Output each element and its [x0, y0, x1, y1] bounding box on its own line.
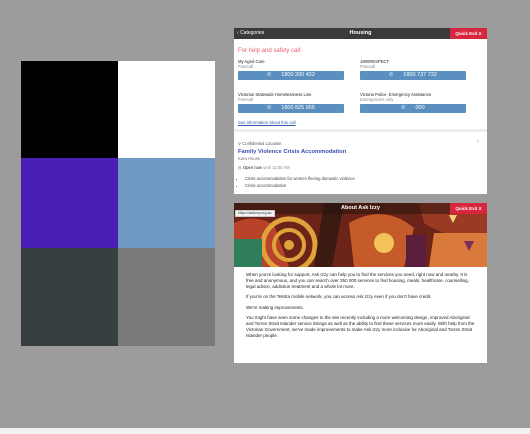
- call-button[interactable]: ✆ 1800 825 955: [238, 104, 344, 113]
- location-pin-icon: ⚲: [238, 141, 242, 146]
- housing-screen: ‹ Categories Housing Quick Exit X For he…: [234, 28, 487, 194]
- see-information-link[interactable]: See information about this call: [238, 120, 296, 125]
- clock-icon: ◷: [238, 165, 242, 170]
- section-divider: [234, 129, 487, 132]
- bottom-band: [0, 428, 530, 434]
- swatch-blue: [118, 158, 215, 248]
- service-provider: Kara House: [238, 156, 261, 161]
- call-button[interactable]: ✆ 000: [360, 104, 466, 113]
- paragraph: We're making improvements.: [246, 304, 305, 310]
- paragraph: If you're on the Telstra mobile network,…: [246, 294, 432, 300]
- url-tooltip: https://askizzy.org.au: [235, 210, 275, 217]
- help-heading: For help and safety call:: [238, 48, 302, 54]
- about-screen: About Ask Izzy https://askizzy.org.au Qu…: [234, 203, 487, 363]
- contact-1800respect: 1800RESPECT Freecall ✆ 1800 737 732: [360, 59, 466, 80]
- contact-homelessness-line: Victorian Statewide Homelessness Line Fr…: [238, 92, 344, 113]
- quick-exit-button[interactable]: Quick Exit X: [450, 28, 487, 39]
- swatch-white: [118, 61, 215, 158]
- call-button[interactable]: ✆ 1800 737 732: [360, 71, 466, 80]
- service-features: Crisis accommodation for women fleeing d…: [240, 175, 355, 189]
- about-text: When you're looking for support, Ask Izz…: [246, 272, 475, 344]
- confidential-location-label: ⚲ Confidential Location: [238, 141, 282, 146]
- list-item: Crisis accommodation for women fleeing d…: [245, 175, 355, 182]
- chevron-right-icon[interactable]: ›: [477, 138, 479, 145]
- swatch-charcoal: [21, 248, 118, 346]
- quick-exit-button[interactable]: Quick Exit X: [450, 203, 487, 214]
- phone-icon: ✆: [389, 72, 394, 78]
- phone-icon: ✆: [401, 105, 406, 111]
- contact-my-aged-care: My Aged Care Freecall ✆ 1800 200 422: [238, 59, 344, 80]
- opening-hours: ◷ Open now until 12:00 AM: [238, 165, 290, 170]
- top-bar: ‹ Categories Housing Quick Exit X: [234, 28, 487, 39]
- swatch-black: [21, 61, 118, 158]
- swatch-grey: [118, 248, 215, 346]
- call-button[interactable]: ✆ 1800 200 422: [238, 71, 344, 80]
- paragraph: When you're looking for support, Ask Izz…: [246, 272, 469, 289]
- paragraph: You might have seen some changes to the …: [246, 315, 475, 339]
- color-palette: [21, 61, 215, 346]
- phone-icon: ✆: [267, 72, 272, 78]
- hero-artwork: About Ask Izzy https://askizzy.org.au Qu…: [234, 203, 487, 267]
- phone-icon: ✆: [267, 105, 272, 111]
- list-item: Crisis accommodation: [245, 182, 355, 189]
- contact-victoria-police: Victoria Police, Emergency Assistance Em…: [360, 92, 466, 113]
- swatch-purple: [21, 158, 118, 248]
- service-title[interactable]: Family Violence Crisis Accommodation: [238, 149, 346, 155]
